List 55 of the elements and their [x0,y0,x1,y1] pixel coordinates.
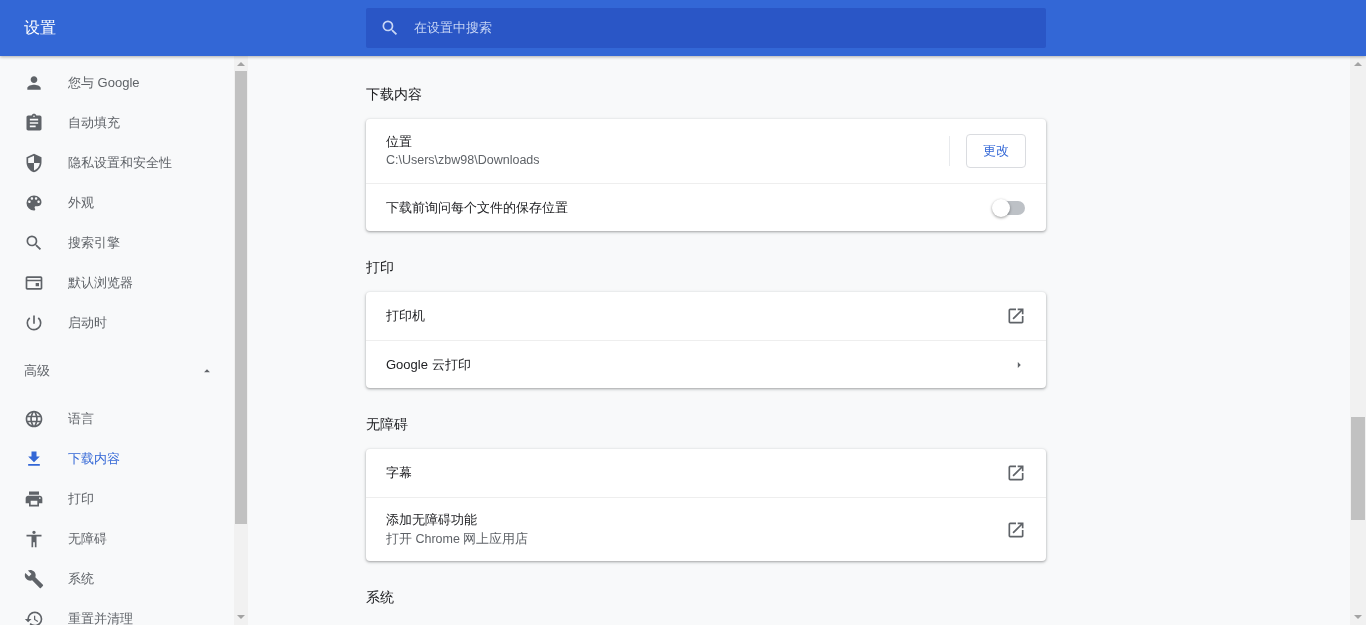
browser-window-icon [24,273,44,293]
search-icon [24,233,44,253]
open-in-new-icon [1006,306,1026,326]
settings-row[interactable]: 添加无障碍功能 打开 Chrome 网上应用店 [366,497,1046,561]
wrench-icon [24,569,44,589]
sidebar-item[interactable]: 下载内容 [0,439,234,479]
row-label: 位置 [386,132,413,151]
sidebar-item[interactable]: 打印 [0,479,234,519]
app-title: 设置 [23,18,57,38]
search-field[interactable]: 在设置中搜索 [366,8,1046,48]
row-label: 添加无障碍功能 [386,511,478,530]
shield-icon [24,153,44,173]
row-description: 打开 Chrome 网上应用店 [386,530,530,548]
open-in-new-icon [1006,463,1026,483]
sidebar-item[interactable]: 重置并清理 [0,599,234,625]
sidebar-item[interactable]: 启动时 [0,303,234,343]
sidebar-item[interactable]: 系统 [0,559,234,599]
clipboard-icon [24,113,44,133]
scrollbar[interactable] [1350,56,1366,625]
sidebar-item[interactable]: 外观 [0,183,234,223]
toggle-switch[interactable] [992,197,1026,218]
section-heading: 下载内容 [366,85,423,104]
settings-row[interactable]: 字幕 [366,449,1046,497]
globe-icon [24,409,44,429]
section-heading: 无障碍 [366,415,409,434]
row-description: C:\Users\zbw98\Downloads [386,152,541,170]
power-icon [24,313,44,333]
scrollbar[interactable] [234,56,248,625]
sidebar-item[interactable]: 语言 [0,399,234,439]
settings-row[interactable]: Google 云打印 [366,340,1046,388]
advanced-section-toggle[interactable]: 高级 [0,343,234,399]
section-heading: 打印 [366,258,395,277]
scrollbar-thumb[interactable] [235,71,247,525]
row-label: 字幕 [386,464,413,483]
row-label: 打印机 [386,307,426,326]
scrollbar-thumb[interactable] [1351,417,1365,521]
section-label: 高级 [24,362,50,381]
settings-row[interactable]: 打印机 [366,292,1046,340]
accessibility-icon [24,529,44,549]
section-heading: 系统 [366,588,395,607]
row-label: Google 云打印 [386,355,472,374]
row-label: 下载前询问每个文件的保存位置 [386,198,569,217]
history-icon [24,609,44,625]
sidebar-item[interactable]: 隐私设置和安全性 [0,143,234,183]
change-button[interactable]: 更改 [966,134,1026,168]
search-icon [380,18,400,38]
sidebar-item[interactable]: 搜索引擎 [0,223,234,263]
settings-row[interactable]: 下载前询问每个文件的保存位置 [366,183,1046,231]
sidebar-item[interactable]: 无障碍 [0,519,234,559]
sidebar-item[interactable]: 自动填充 [0,103,234,143]
search-input[interactable]: 在设置中搜索 [412,17,1046,39]
sidebar-item[interactable]: 默认浏览器 [0,263,234,303]
palette-icon [24,193,44,213]
sidebar-item[interactable]: 您与 Google [0,63,234,103]
printer-icon [24,489,44,509]
